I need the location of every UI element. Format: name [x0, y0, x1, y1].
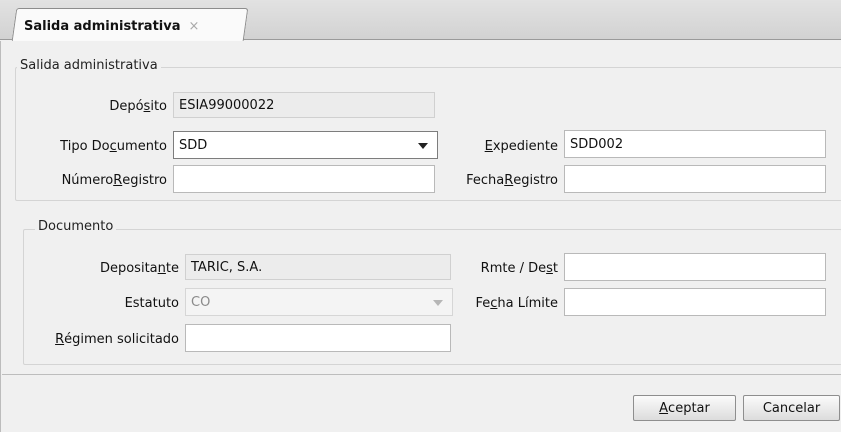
tab-bar: Salida administrativa ×: [0, 0, 841, 41]
tab-title[interactable]: Salida administrativa: [24, 19, 181, 34]
regimen-solicitado-label: Régimen solicitado: [55, 331, 179, 347]
aceptar-button[interactable]: Aceptar: [633, 395, 736, 421]
rmte-dest-field[interactable]: [564, 253, 826, 281]
depositante-label: Deposita n te: [99, 260, 179, 276]
form-panel: Salida administrativa Depó s ito ESIA99000…: [0, 41, 841, 432]
regimen-solicitado-field[interactable]: [185, 324, 451, 352]
group-salida-legend: Salida administrativa: [17, 58, 161, 73]
depositante-field: TARIC, S.A.: [185, 254, 451, 280]
footer-divider: [2, 374, 841, 375]
chevron-down-icon: [433, 300, 443, 306]
fecha-limite-field[interactable]: [564, 288, 826, 316]
deposito-field: ESIA99000022: [173, 92, 435, 118]
fecha-limite-label: Fe c ha Límite: [475, 295, 559, 311]
close-icon[interactable]: ×: [189, 19, 200, 34]
numero-registro-field[interactable]: [173, 165, 435, 193]
deposito-label: Depó s ito: [109, 98, 167, 114]
expediente-field[interactable]: SDD002: [564, 130, 826, 158]
chevron-down-icon[interactable]: [418, 143, 428, 149]
tab-content: Salida administrativa ×: [24, 16, 199, 36]
fecha-registro-field[interactable]: [564, 165, 826, 193]
group-documento-legend: Documento: [35, 219, 117, 234]
expediente-label: Expediente: [484, 138, 558, 154]
fecha-registro-label: Fecha Registro: [466, 172, 558, 188]
estatuto-select: CO: [185, 288, 453, 316]
estatuto-label: Estatuto: [124, 295, 179, 311]
tipo-documento-label: Tipo Do c umento: [60, 138, 167, 154]
rmte-dest-label: Rmte / De s t: [480, 260, 558, 276]
numero-registro-label: Número Registro: [61, 172, 167, 188]
cancelar-button[interactable]: Cancelar: [743, 395, 840, 421]
tipo-documento-select[interactable]: SDD: [173, 131, 438, 159]
